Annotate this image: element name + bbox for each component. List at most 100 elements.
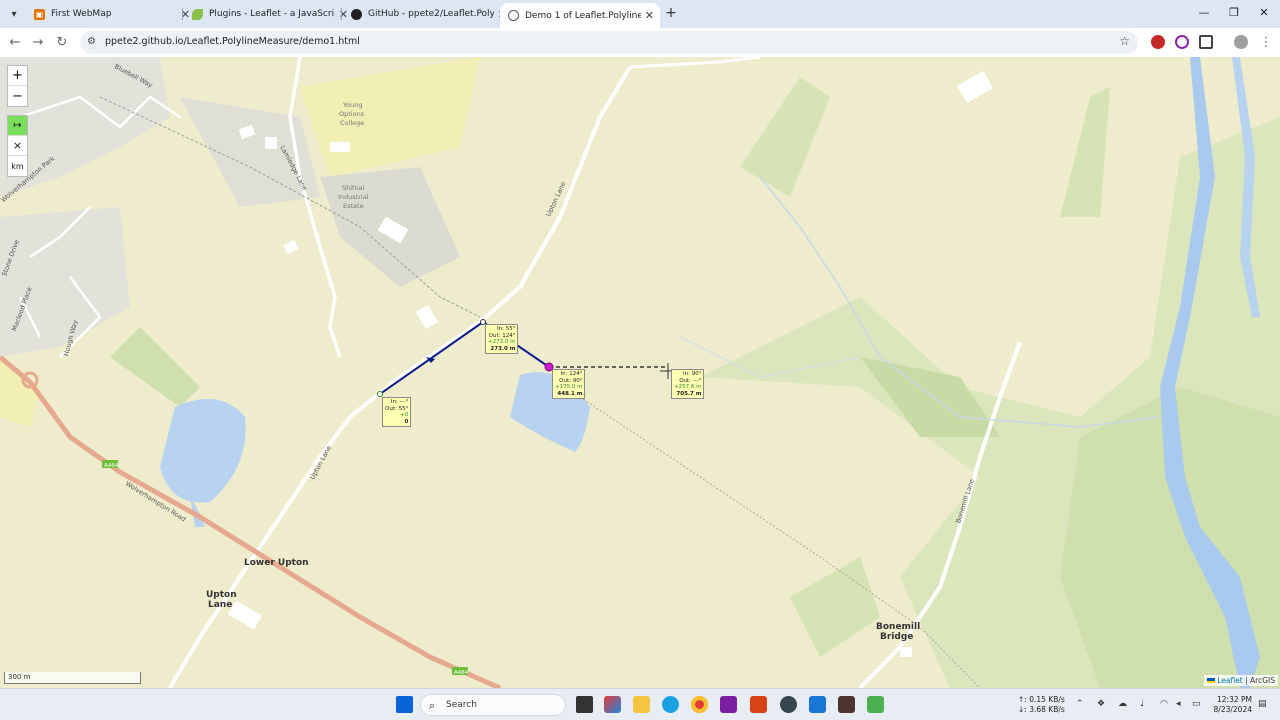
dropbox-icon[interactable]: ❖ [1097, 699, 1105, 709]
clock-date: 8/23/2024 [1213, 705, 1252, 714]
tab-demo-active[interactable]: Demo 1 of Leaflet.PolylineMeasure ✕ [500, 3, 660, 28]
profile-avatar[interactable] [1234, 35, 1248, 49]
back-icon[interactable]: ← [5, 33, 25, 53]
road-shield: A464 [454, 670, 469, 676]
onedrive-icon[interactable]: ☁ [1118, 699, 1127, 709]
polyline-measure-control: ↦ × km [7, 115, 28, 177]
tooltip-delta: +175.0 m [555, 384, 583, 390]
arcgis-credit: ArcGIS [1250, 676, 1275, 685]
screen: ▾ ▣ First WebMap ✕ Plugins - Leaflet - a… [0, 0, 1280, 720]
edge-icon[interactable] [662, 696, 679, 713]
leaflet-favicon-icon [192, 8, 203, 20]
tab-divider [341, 8, 342, 20]
onenote-icon[interactable] [720, 696, 737, 713]
leaflet-link[interactable]: Leaflet [1217, 676, 1243, 685]
windows-taskbar: ⌕ Search ↑: 0.15 KB/s ↓: 3.68 KB/s ⌃ ❖ ☁… [0, 688, 1280, 720]
close-window-icon[interactable]: ✕ [1254, 4, 1274, 22]
clear-measure-button[interactable]: × [8, 136, 27, 156]
tab-first-webmap[interactable]: ▣ First WebMap ✕ [26, 3, 196, 25]
attribution-separator: | [1242, 676, 1251, 685]
tab-title: GitHub - ppete2/Leaflet.PolylineMeasure [368, 9, 494, 19]
obs-icon[interactable] [780, 696, 797, 713]
place-label: Estate [343, 202, 364, 210]
forward-icon[interactable]: → [28, 33, 48, 53]
tab-title: Demo 1 of Leaflet.PolylineMeasure [525, 10, 641, 21]
place-label: Bridge [880, 632, 914, 642]
extension-block-icon[interactable] [1175, 35, 1189, 49]
bookmark-star-icon[interactable]: ☆ [1119, 34, 1130, 48]
measure-toggle-button[interactable]: ↦ [8, 116, 27, 136]
tooltip-delta: +257.6 m [674, 384, 702, 390]
url-text: ppete2.github.io/Leaflet.PolylineMeasure… [105, 36, 360, 47]
tab-title: Plugins - Leaflet - a JavaScript library [209, 9, 335, 19]
copilot-icon[interactable] [604, 696, 621, 713]
unit-toggle-button[interactable]: km [8, 156, 27, 176]
close-tab-icon[interactable]: ✕ [645, 9, 654, 22]
tooltip-total: 273.0 m [490, 345, 516, 352]
place-label: College [340, 119, 365, 127]
minimize-icon[interactable]: — [1194, 4, 1214, 22]
address-bar[interactable]: ⚙ ppete2.github.io/Leaflet.PolylineMeasu… [80, 31, 1138, 54]
chrome-icon[interactable] [691, 696, 708, 713]
sublime-icon[interactable] [838, 696, 855, 713]
tab-title: First WebMap [51, 9, 112, 19]
chevron-up-icon[interactable]: ⌃ [1076, 699, 1084, 709]
measure-tooltip: In: 55° Out: 124° +273.0 m 273.0 m [485, 324, 519, 354]
browser-tab-strip: ▾ ▣ First WebMap ✕ Plugins - Leaflet - a… [0, 0, 1280, 28]
extensions-puzzle-icon[interactable] [1199, 35, 1213, 49]
basemap-layer: A464 A464 [0, 57, 1280, 688]
zoom-control: + − [7, 65, 28, 107]
tooltip-total: 0 [404, 418, 409, 425]
tooltip-total: 448.1 m [557, 390, 583, 397]
zoom-in-button[interactable]: + [8, 66, 27, 86]
measure-tooltip: In: 124° Out: 90° +175.0 m 448.1 m [552, 369, 586, 399]
tab-search-icon[interactable]: ▾ [4, 4, 24, 24]
network-speed: ↑: 0.15 KB/s ↓: 3.68 KB/s [1018, 695, 1065, 715]
reload-icon[interactable]: ↻ [52, 33, 72, 53]
search-placeholder: Search [446, 700, 477, 710]
powerpoint-icon[interactable] [750, 696, 767, 713]
webmap-favicon-icon: ▣ [34, 8, 45, 20]
road-shield: A464 [104, 463, 119, 469]
place-label: Lower Upton [244, 558, 309, 568]
site-info-icon[interactable]: ⚙ [87, 36, 99, 48]
upload-speed: ↑: 0.15 KB/s [1018, 695, 1065, 704]
volume-icon[interactable]: ◂ [1176, 699, 1181, 709]
github-favicon-icon [351, 8, 362, 20]
globe-favicon-icon [508, 10, 519, 21]
battery-icon[interactable]: ▭ [1192, 699, 1201, 709]
search-icon: ⌕ [429, 699, 436, 712]
browser-menu-icon[interactable]: ⋮ [1256, 33, 1276, 53]
clock[interactable]: 12:32 PM 8/23/2024 [1212, 695, 1252, 715]
windows-start-icon[interactable] [396, 696, 413, 713]
extension-adblock-icon[interactable] [1151, 35, 1165, 49]
tooltip-total: 705.7 m [676, 390, 702, 397]
new-tab-button[interactable]: + [662, 4, 680, 22]
place-label: Lane [208, 600, 233, 610]
file-explorer-icon[interactable] [633, 696, 650, 713]
browser-toolbar: ← → ↻ ⚙ ppete2.github.io/Leaflet.Polylin… [0, 28, 1280, 57]
taskbar-search[interactable]: ⌕ Search [420, 694, 566, 716]
download-speed: ↓: 3.68 KB/s [1018, 705, 1065, 714]
slack-icon[interactable] [867, 696, 884, 713]
map-attribution: Leaflet | ArcGIS [1204, 675, 1278, 686]
zoom-out-button[interactable]: − [8, 86, 27, 106]
measure-tooltip: In: ---° Out: 55° +0 0 [382, 397, 412, 427]
tooltip-delta: +273.0 m [488, 339, 516, 345]
leaflet-map[interactable]: A464 A464 Lower Upton Upton Lane Bonemil… [0, 57, 1280, 688]
flag-icon [1207, 678, 1216, 683]
scale-bar: 300 m [4, 672, 141, 684]
tab-github[interactable]: GitHub - ppete2/Leaflet.PolylineMeasure … [343, 3, 513, 25]
place-label: Bonemill [876, 622, 921, 632]
vscode-icon[interactable] [809, 696, 826, 713]
wifi-icon[interactable]: ◠ [1160, 699, 1168, 709]
clock-time: 12:32 PM [1217, 695, 1252, 704]
notifications-icon[interactable]: ▤ [1258, 699, 1267, 709]
microphone-icon[interactable]: ♩ [1140, 699, 1144, 709]
measure-tooltip: In: 90° Out: ---° +257.6 m 705.7 m [671, 369, 705, 399]
task-view-icon[interactable] [576, 696, 593, 713]
tab-leaflet-plugins[interactable]: Plugins - Leaflet - a JavaScript library… [184, 3, 354, 25]
place-label: Upton [206, 590, 237, 600]
tab-divider [182, 8, 183, 20]
restore-icon[interactable]: ❐ [1224, 4, 1244, 22]
